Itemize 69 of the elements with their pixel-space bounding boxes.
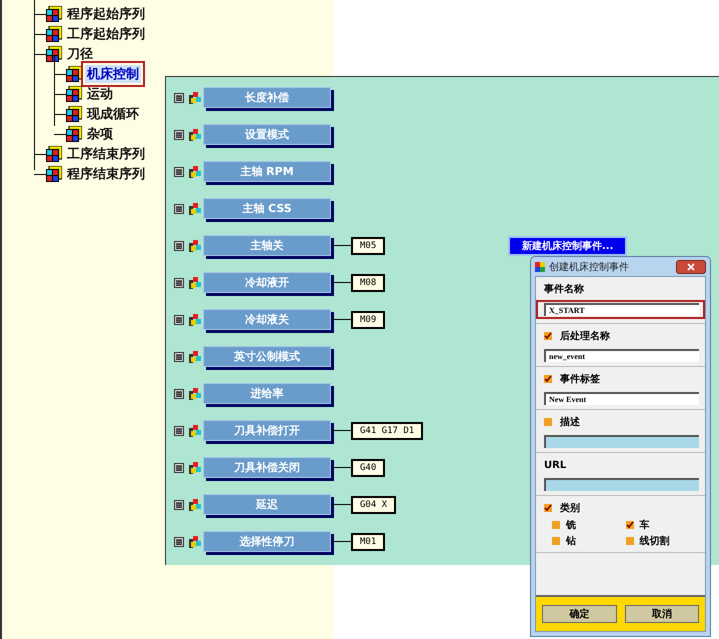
code-box: G40: [351, 458, 386, 476]
option-label: 钻: [566, 534, 576, 548]
checkbox[interactable]: [552, 537, 560, 545]
code-box: M09: [351, 310, 386, 328]
input-field[interactable]: new_event: [544, 349, 699, 362]
tree-item[interactable]: 工序结束序列: [65, 145, 147, 163]
blocks-icon: [189, 350, 201, 362]
blocks-icon: [189, 92, 201, 104]
collapse-icon[interactable]: [174, 166, 184, 176]
code-box: G41 G17 D1: [351, 422, 424, 440]
collapse-icon[interactable]: [174, 314, 184, 324]
input-field[interactable]: X_START: [544, 303, 699, 316]
collapse-icon[interactable]: [174, 462, 184, 472]
blocks-icon: [189, 166, 201, 178]
tree-item[interactable]: 杂项: [85, 125, 115, 143]
tree-item[interactable]: 刀径: [65, 45, 95, 63]
new-event-label[interactable]: 新建机床控制事件...: [508, 236, 628, 256]
field-label: 描述: [560, 416, 580, 429]
collapse-icon[interactable]: [174, 278, 184, 288]
field-label: URL: [544, 460, 566, 470]
checkbox[interactable]: [544, 375, 552, 383]
field-label: 事件标签: [560, 372, 600, 386]
collapse-icon[interactable]: [174, 536, 184, 546]
collapse-icon[interactable]: [174, 204, 184, 214]
app-icon: [535, 262, 545, 272]
tree-item[interactable]: 现成循环: [85, 105, 141, 123]
blocks-icon: [189, 462, 201, 474]
code-box: M05: [351, 236, 386, 254]
collapse-icon[interactable]: [174, 500, 184, 510]
tree-item[interactable]: 程序起始序列: [65, 5, 147, 23]
blocks-icon: [189, 202, 201, 214]
code-box: G04 X: [351, 496, 396, 514]
checkbox[interactable]: [626, 521, 634, 529]
tree-item[interactable]: 程序结束序列: [65, 165, 147, 183]
checkbox[interactable]: [552, 521, 560, 529]
tree-item[interactable]: 工序起始序列: [65, 25, 147, 43]
close-button[interactable]: [676, 260, 706, 274]
code-box: M01: [351, 532, 386, 550]
tree-item[interactable]: 机床控制: [85, 65, 141, 83]
collapse-icon[interactable]: [174, 388, 184, 398]
collapse-icon[interactable]: [174, 352, 184, 362]
close-icon: [687, 262, 695, 270]
field-label: 后处理名称: [560, 330, 610, 343]
collapse-icon[interactable]: [174, 130, 184, 140]
blocks-icon: [189, 424, 201, 436]
dialog-button[interactable]: 确定: [542, 605, 616, 623]
option-label: 铣: [566, 518, 576, 532]
checkbox[interactable]: [544, 332, 552, 340]
tree-item[interactable]: 运动: [85, 85, 115, 103]
collapse-icon[interactable]: [174, 240, 184, 250]
dialog-title: 创建机床控制事件: [549, 260, 630, 274]
input-field[interactable]: New Event: [544, 392, 699, 405]
code-box: M08: [351, 274, 386, 292]
dialog-button[interactable]: 取消: [624, 605, 699, 623]
blocks-icon: [189, 240, 201, 252]
blocks-icon: [189, 498, 201, 510]
field-label: 类别: [560, 502, 580, 515]
collapse-icon[interactable]: [174, 92, 184, 102]
blocks-icon: [189, 314, 201, 326]
blocks-icon: [189, 536, 201, 548]
option-label: 车: [640, 518, 650, 532]
checkbox[interactable]: [626, 537, 634, 545]
checkbox[interactable]: [544, 504, 552, 512]
blocks-icon: [189, 276, 201, 288]
blocks-icon: [189, 128, 201, 140]
blocks-icon: [189, 388, 201, 400]
option-label: 线切割: [640, 534, 670, 548]
collapse-icon[interactable]: [174, 426, 184, 436]
field-label: 事件名称: [544, 282, 584, 296]
